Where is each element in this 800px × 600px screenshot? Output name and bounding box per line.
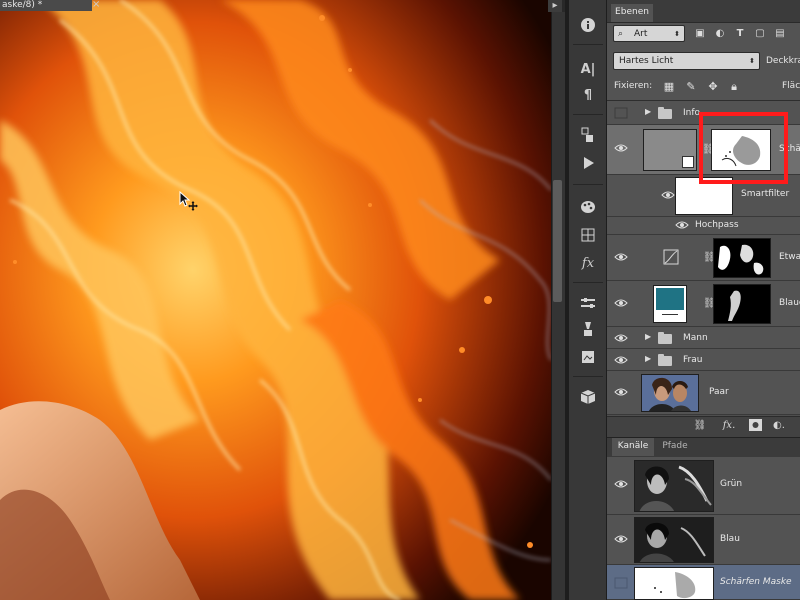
expand-triangle-icon[interactable]: ▶ — [645, 107, 653, 117]
folder-icon — [658, 107, 672, 119]
fire-artwork-image — [0, 0, 551, 600]
channel-name[interactable]: Schärfen Maske — [720, 577, 792, 587]
layer-name[interactable]: Etwa — [779, 252, 800, 262]
scrollbar-thumb[interactable] — [553, 180, 562, 302]
visibility-eye-icon[interactable] — [614, 534, 630, 546]
shape-filter-icon[interactable]: ▢ — [753, 27, 767, 40]
layer-thumbnail[interactable] — [643, 129, 697, 171]
tab-pfade[interactable]: Pfade — [656, 438, 694, 456]
lock-transparency-icon[interactable]: ▦ — [662, 80, 676, 94]
smartobject-badge-icon — [682, 156, 694, 168]
layer-row-frau[interactable]: ▶ Frau — [607, 349, 800, 371]
layer-name[interactable]: Frau — [683, 355, 702, 365]
styles-fx-icon[interactable]: fx — [576, 252, 600, 274]
channel-row-blau[interactable]: Blau — [607, 515, 800, 565]
channel-thumbnail[interactable] — [634, 567, 714, 600]
swatch-slider-icon — [662, 314, 678, 319]
highlight-box — [699, 112, 788, 184]
visibility-off-icon[interactable] — [614, 577, 630, 589]
visibility-eye-icon[interactable] — [614, 252, 630, 264]
adjustment-icon[interactable]: ◐. — [772, 419, 786, 433]
close-tab-icon[interactable]: × — [92, 0, 102, 10]
link-chain-icon[interactable]: ⛓ — [703, 251, 716, 265]
panel-collapse-icon[interactable]: ▸ — [548, 0, 562, 12]
lock-label: Fixieren: — [614, 81, 653, 91]
channel-name[interactable]: Blau — [720, 534, 740, 544]
lock-position-icon[interactable]: ✥ — [706, 80, 720, 94]
filter-name[interactable]: Hochpass — [695, 220, 739, 230]
tool-presets-icon[interactable] — [576, 318, 600, 340]
type-filter-icon[interactable]: T — [733, 27, 747, 40]
curves-adjustment-icon[interactable] — [663, 249, 679, 265]
history-icon[interactable] — [576, 124, 600, 146]
updown-arrows-icon: ⬍ — [749, 57, 755, 65]
blend-mode-value: Hartes Licht — [619, 56, 674, 66]
expand-triangle-icon[interactable]: ▶ — [645, 354, 653, 364]
filter-value: Art — [634, 29, 648, 39]
blend-mode-select[interactable]: Hartes Licht ⬍ — [613, 52, 760, 70]
visibility-eye-icon[interactable] — [614, 479, 630, 491]
document-tab[interactable]: aske/8) * — [0, 0, 92, 11]
layer-mask-thumbnail[interactable] — [713, 284, 771, 324]
folder-icon — [658, 332, 672, 344]
tab-ebenen[interactable]: Ebenen — [611, 4, 653, 22]
character-icon[interactable]: A| — [576, 58, 600, 80]
lock-all-icon[interactable]: 🔒︎ — [727, 80, 741, 94]
layer-name[interactable]: Mann — [683, 333, 708, 343]
expand-triangle-icon[interactable]: ▶ — [645, 332, 653, 342]
move-cursor-icon — [178, 190, 202, 217]
layer-name[interactable]: Info — [683, 108, 700, 118]
brushes-palette-icon[interactable] — [576, 196, 600, 218]
fill-label: Fläc — [782, 81, 800, 91]
link-icon[interactable]: ⛓ — [693, 419, 707, 433]
paragraph-icon[interactable]: ¶ — [576, 84, 600, 106]
fx-icon[interactable]: fx. — [722, 419, 736, 433]
channel-row-schaerfen-maske[interactable]: Schärfen Maske — [607, 565, 800, 600]
filter-row-hochpass[interactable]: Hochpass — [607, 217, 800, 235]
opacity-label: Deckkra — [766, 56, 800, 66]
channel-name[interactable]: Grün — [720, 479, 742, 489]
panel-icon-strip: A| ¶ fx — [569, 0, 607, 600]
channel-row-gruen[interactable]: Grün — [607, 457, 800, 515]
layer-row-blaue[interactable]: ⛓ Blaue — [607, 281, 800, 327]
layer-row-paar[interactable]: Paar — [607, 371, 800, 415]
color-swatch — [656, 288, 684, 310]
layer-name[interactable]: Blaue — [779, 298, 800, 308]
document-canvas[interactable] — [0, 0, 551, 600]
tab-kanaele[interactable]: Kanäle — [612, 438, 654, 456]
layer-filter-select[interactable]: ⌕ Art ⬍ — [613, 25, 685, 42]
visibility-eye-icon[interactable] — [614, 387, 630, 399]
updown-arrows-icon: ⬍ — [674, 30, 680, 38]
layer-name[interactable]: Paar — [709, 387, 729, 397]
visibility-off-icon[interactable] — [614, 107, 630, 119]
link-chain-icon[interactable]: ⛓ — [703, 297, 716, 311]
3d-icon[interactable] — [576, 386, 600, 408]
folder-icon — [658, 354, 672, 366]
visibility-eye-icon[interactable] — [614, 355, 630, 367]
smartobject-filter-icon[interactable]: ▤ — [773, 27, 787, 40]
channel-thumbnail[interactable] — [634, 460, 714, 512]
adjustments-icon[interactable] — [576, 292, 600, 314]
visibility-eye-icon[interactable] — [614, 143, 630, 155]
fill-color-thumbnail[interactable] — [653, 285, 687, 323]
vertical-scrollbar[interactable] — [551, 12, 566, 600]
visibility-eye-icon[interactable] — [675, 220, 691, 232]
visibility-eye-icon[interactable] — [614, 298, 630, 310]
image-filter-icon[interactable]: ▣ — [693, 27, 707, 40]
layer-thumbnail[interactable] — [641, 374, 699, 412]
actions-play-icon[interactable] — [576, 152, 600, 174]
info-icon[interactable] — [576, 14, 600, 36]
layer-comps-icon[interactable] — [576, 346, 600, 368]
search-icon: ⌕ — [618, 29, 624, 39]
lock-pixels-icon[interactable]: ✎ — [684, 80, 698, 94]
swatches-icon[interactable] — [576, 224, 600, 246]
channel-thumbnail[interactable] — [634, 517, 714, 563]
mask-icon[interactable] — [748, 419, 762, 433]
adjustment-filter-icon[interactable]: ◐ — [713, 27, 727, 40]
layer-mask-thumbnail[interactable] — [713, 238, 771, 278]
visibility-eye-icon[interactable] — [614, 333, 630, 345]
layer-row-mann[interactable]: ▶ Mann — [607, 327, 800, 349]
layer-name: Smartfilter — [741, 189, 790, 199]
layer-row-etwa[interactable]: ⛓ Etwa — [607, 235, 800, 281]
